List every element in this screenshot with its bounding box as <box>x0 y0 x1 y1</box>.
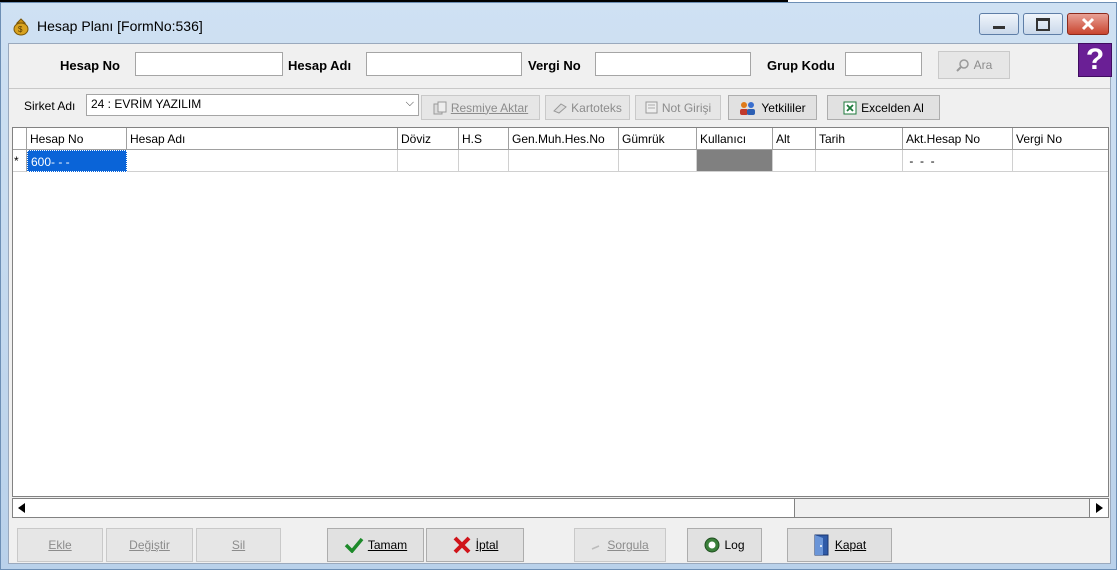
minimize-icon <box>993 25 1005 29</box>
triangle-left-icon <box>18 503 25 513</box>
resmiye-aktar-button[interactable]: Resmiye Aktar <box>421 95 540 120</box>
scroll-right-button[interactable] <box>1089 499 1108 517</box>
row-indicator-header <box>13 128 27 150</box>
column-header-hs[interactable]: H.S <box>459 128 509 150</box>
close-icon <box>1081 17 1095 31</box>
door-icon <box>814 534 829 556</box>
accounts-grid[interactable]: Hesap No Hesap Adı Döviz H.S Gen.Muh.Hes… <box>12 127 1109 497</box>
sil-button[interactable]: Sil <box>196 528 281 562</box>
maximize-button[interactable] <box>1023 13 1063 35</box>
kapat-label: Kapat <box>834 538 867 552</box>
ara-button[interactable]: Ara <box>938 51 1010 79</box>
cell-alt[interactable] <box>773 150 816 172</box>
hesap-adi-input[interactable] <box>366 52 522 76</box>
cell-hs[interactable] <box>459 150 509 172</box>
search-panel: Hesap No Hesap Adı Vergi No Grup Kodu Ar… <box>9 43 1112 89</box>
excelden-al-label: Excelden Al <box>861 100 924 115</box>
tamam-button[interactable]: Tamam <box>327 528 424 562</box>
excel-icon <box>843 101 857 114</box>
cell-vergi-no[interactable] <box>1013 150 1108 172</box>
kapat-button[interactable]: Kapat <box>787 528 892 562</box>
column-header-hesap-no[interactable]: Hesap No <box>27 128 127 150</box>
column-header-vergi-no[interactable]: Vergi No <box>1013 128 1108 150</box>
iptal-label: İptal <box>475 538 499 552</box>
cell-doviz[interactable] <box>398 150 459 172</box>
magnifier-icon <box>955 59 969 72</box>
close-button[interactable] <box>1067 13 1109 35</box>
column-header-kullanici[interactable]: Kullanıcı <box>697 128 773 150</box>
column-header-gumruk[interactable]: Gümrük <box>619 128 697 150</box>
iptal-button[interactable]: İptal <box>426 528 524 562</box>
sil-label: Sil <box>231 538 246 552</box>
yetkililer-label: Yetkililer <box>761 100 806 115</box>
log-label: Log <box>724 538 745 552</box>
not-girisi-button[interactable]: Not Girişi <box>635 95 721 120</box>
documents-icon <box>433 101 447 114</box>
column-header-tarih[interactable]: Tarih <box>816 128 903 150</box>
column-header-gen-muh-hes-no[interactable]: Gen.Muh.Hes.No <box>509 128 619 150</box>
hesap-plani-window: $ Hesap Planı [FormNo:536] Hesap No Hesa… <box>0 2 1117 570</box>
new-row-indicator: * <box>13 150 27 172</box>
log-button[interactable]: Log <box>687 528 762 562</box>
minimize-button[interactable] <box>979 13 1019 35</box>
svg-text:$: $ <box>18 25 23 34</box>
cards-icon <box>553 102 567 114</box>
x-icon <box>453 536 471 554</box>
kartoteks-button[interactable]: Kartoteks <box>545 95 630 120</box>
cell-tarih[interactable] <box>816 150 903 172</box>
column-header-alt[interactable]: Alt <box>773 128 816 150</box>
sirket-adi-combobox[interactable]: 24 : EVRİM YAZILIM ⌵ <box>86 94 419 116</box>
scroll-thumb[interactable] <box>31 499 795 517</box>
check-icon <box>344 537 364 553</box>
hesap-no-input[interactable] <box>135 52 283 76</box>
people-icon <box>740 101 756 115</box>
degistir-label: Değiştir <box>129 538 170 552</box>
title-bar: $ Hesap Planı [FormNo:536] <box>1 3 1116 43</box>
column-header-doviz[interactable]: Döviz <box>398 128 459 150</box>
ekle-label: Ekle <box>48 538 72 552</box>
money-bag-icon: $ <box>13 18 29 36</box>
cell-hesap-adi[interactable] <box>127 150 398 172</box>
column-header-hesap-adi[interactable]: Hesap Adı <box>127 128 398 150</box>
cell-gumruk[interactable] <box>619 150 697 172</box>
hesap-adi-label: Hesap Adı <box>288 58 352 73</box>
hesap-no-label: Hesap No <box>60 58 120 73</box>
help-icon[interactable]: ? <box>1078 43 1112 77</box>
sorgula-button[interactable]: Sorgula <box>574 528 666 562</box>
sorgula-label: Sorgula <box>607 538 649 552</box>
kartoteks-label: Kartoteks <box>571 100 622 115</box>
excelden-al-button[interactable]: Excelden Al <box>827 95 940 120</box>
form-client-area: Hesap No Hesap Adı Vergi No Grup Kodu Ar… <box>8 43 1112 564</box>
ekle-button[interactable]: Ekle <box>17 528 103 562</box>
grup-kodu-input[interactable] <box>845 52 922 76</box>
cell-akt-hesap-no[interactable]: - - - <box>903 150 1013 172</box>
horizontal-scrollbar[interactable] <box>12 498 1109 518</box>
column-header-akt-hesap-no[interactable]: Akt.Hesap No <box>903 128 1013 150</box>
log-icon <box>704 537 720 553</box>
window-title: Hesap Planı [FormNo:536] <box>37 18 203 34</box>
not-girisi-label: Not Girişi <box>661 100 712 115</box>
vergi-no-label: Vergi No <box>528 58 581 73</box>
triangle-right-icon <box>1096 503 1103 513</box>
note-icon <box>645 101 658 114</box>
query-icon <box>592 545 600 550</box>
resmiye-aktar-label: Resmiye Aktar <box>450 100 529 115</box>
toolbar: Sirket Adı 24 : EVRİM YAZILIM ⌵ Resmiye … <box>9 90 1110 126</box>
maximize-icon <box>1036 17 1050 31</box>
sirket-adi-value: 24 : EVRİM YAZILIM <box>91 97 202 111</box>
chevron-down-icon: ⌵ <box>405 97 414 109</box>
cell-kullanici <box>697 150 773 172</box>
scroll-left-button[interactable] <box>13 499 32 517</box>
sirket-adi-label: Sirket Adı <box>24 99 76 113</box>
bottom-button-bar: Ekle Değiştir Sil Tamam İptal Sorgula Lo… <box>9 524 1110 564</box>
grup-kodu-label: Grup Kodu <box>767 58 835 73</box>
cell-hesap-no[interactable]: 600- - - <box>27 150 127 172</box>
ara-label: Ara <box>973 58 993 72</box>
cell-gen-muh-hes-no[interactable] <box>509 150 619 172</box>
vergi-no-input[interactable] <box>595 52 751 76</box>
yetkililer-button[interactable]: Yetkililer <box>728 95 817 120</box>
degistir-button[interactable]: Değiştir <box>106 528 193 562</box>
tamam-label: Tamam <box>367 538 408 552</box>
